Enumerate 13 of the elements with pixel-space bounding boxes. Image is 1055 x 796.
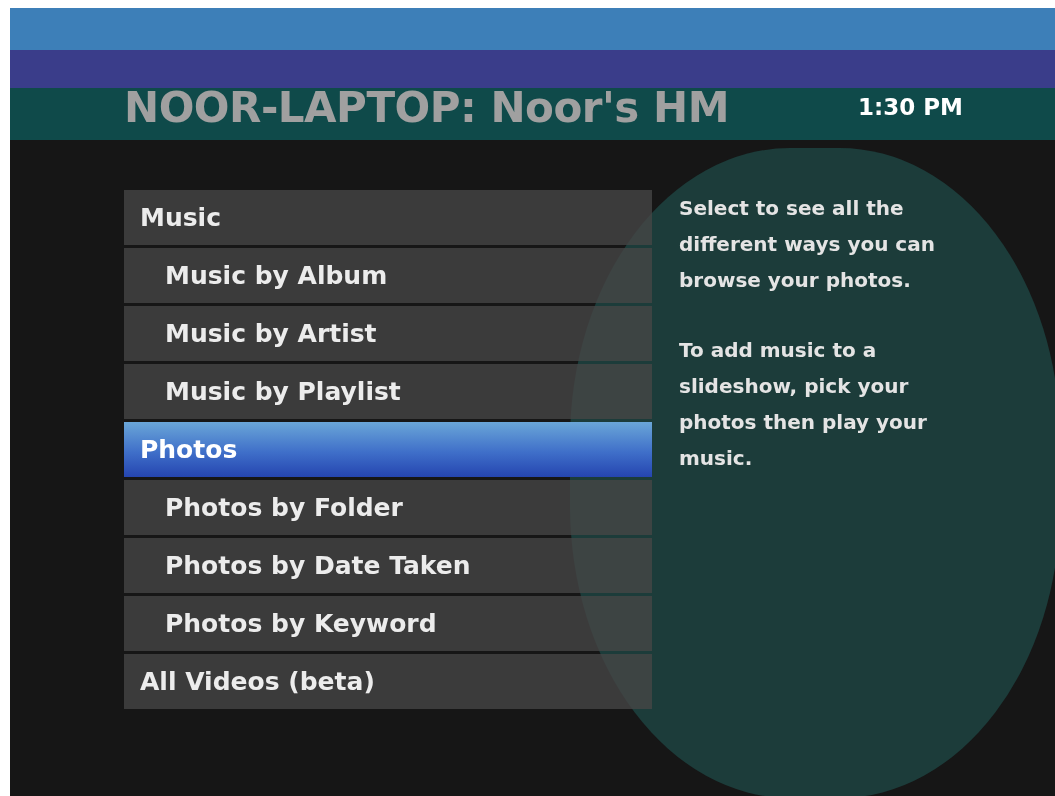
menu-item[interactable]: Music by Playlist <box>124 364 652 419</box>
page-title: NOOR-LAPTOP: Noor's HM <box>124 81 729 134</box>
menu-item[interactable]: All Videos (beta) <box>124 654 652 709</box>
menu-item[interactable]: Photos by Date Taken <box>124 538 652 593</box>
menu-item[interactable]: Music by Album <box>124 248 652 303</box>
menu-item[interactable]: Photos by Folder <box>124 480 652 535</box>
menu-item[interactable]: Photos by Keyword <box>124 596 652 651</box>
description-text: To add music to a slideshow, pick your photos then play your music. <box>679 337 928 472</box>
menu-item[interactable]: Music <box>124 190 652 245</box>
menu-item[interactable]: Music by Artist <box>124 306 652 361</box>
menu-item[interactable]: Photos <box>124 422 652 477</box>
clock-time: 1:30 PM <box>858 92 963 122</box>
description-text: Select to see all the different ways you can browse your photos. <box>679 195 936 294</box>
